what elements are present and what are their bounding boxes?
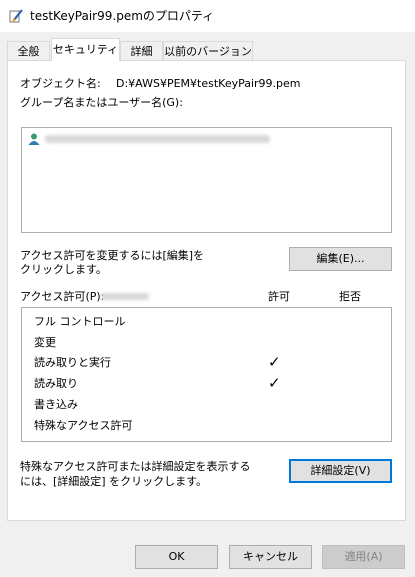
- advanced-button[interactable]: 詳細設定(V): [289, 459, 392, 483]
- permissions-label: アクセス許可(P):: [20, 290, 105, 303]
- object-name-label: オブジェクト名:: [20, 77, 101, 90]
- ok-button[interactable]: OK: [135, 545, 218, 569]
- advanced-hint-line1: 特殊なアクセス許可または詳細設定を表示する: [20, 460, 251, 473]
- edit-hint-line2: クリックします。: [20, 263, 107, 276]
- user-icon: [28, 133, 40, 145]
- perm-read-execute: 読み取りと実行: [34, 356, 111, 369]
- advanced-hint-line2: には、[詳細設定] をクリックします。: [20, 475, 207, 488]
- tab-details[interactable]: 詳細: [120, 41, 163, 60]
- allow-header: 許可: [268, 290, 290, 303]
- perm-write: 書き込み: [34, 398, 78, 411]
- tab-previous-versions[interactable]: 以前のバージョン: [163, 41, 253, 60]
- groups-label: グループ名またはユーザー名(G):: [20, 96, 183, 109]
- tab-security[interactable]: セキュリティ: [51, 38, 120, 61]
- allow-check-read: ✓: [268, 374, 281, 392]
- tab-general[interactable]: 全般: [7, 41, 50, 60]
- allow-check-read-execute: ✓: [268, 353, 281, 371]
- edit-button[interactable]: 編集(E)...: [289, 247, 392, 271]
- file-properties-icon: [9, 9, 23, 23]
- deny-header: 拒否: [339, 290, 361, 303]
- window-title: testKeyPair99.pemのプロパティ: [30, 9, 215, 23]
- perm-modify: 変更: [34, 336, 56, 349]
- group-entry-redacted[interactable]: [45, 135, 270, 143]
- edit-hint-line1: アクセス許可を変更するには[編集]を: [20, 249, 205, 262]
- permissions-target-redacted: [101, 293, 149, 300]
- perm-full-control: フル コントロール: [34, 315, 126, 328]
- object-name-value: D:¥AWS¥PEM¥testKeyPair99.pem: [116, 77, 301, 90]
- perm-special: 特殊なアクセス許可: [34, 419, 133, 432]
- apply-button[interactable]: 適用(A): [322, 545, 405, 569]
- perm-read: 読み取り: [34, 377, 78, 390]
- cancel-button[interactable]: キャンセル: [229, 545, 312, 569]
